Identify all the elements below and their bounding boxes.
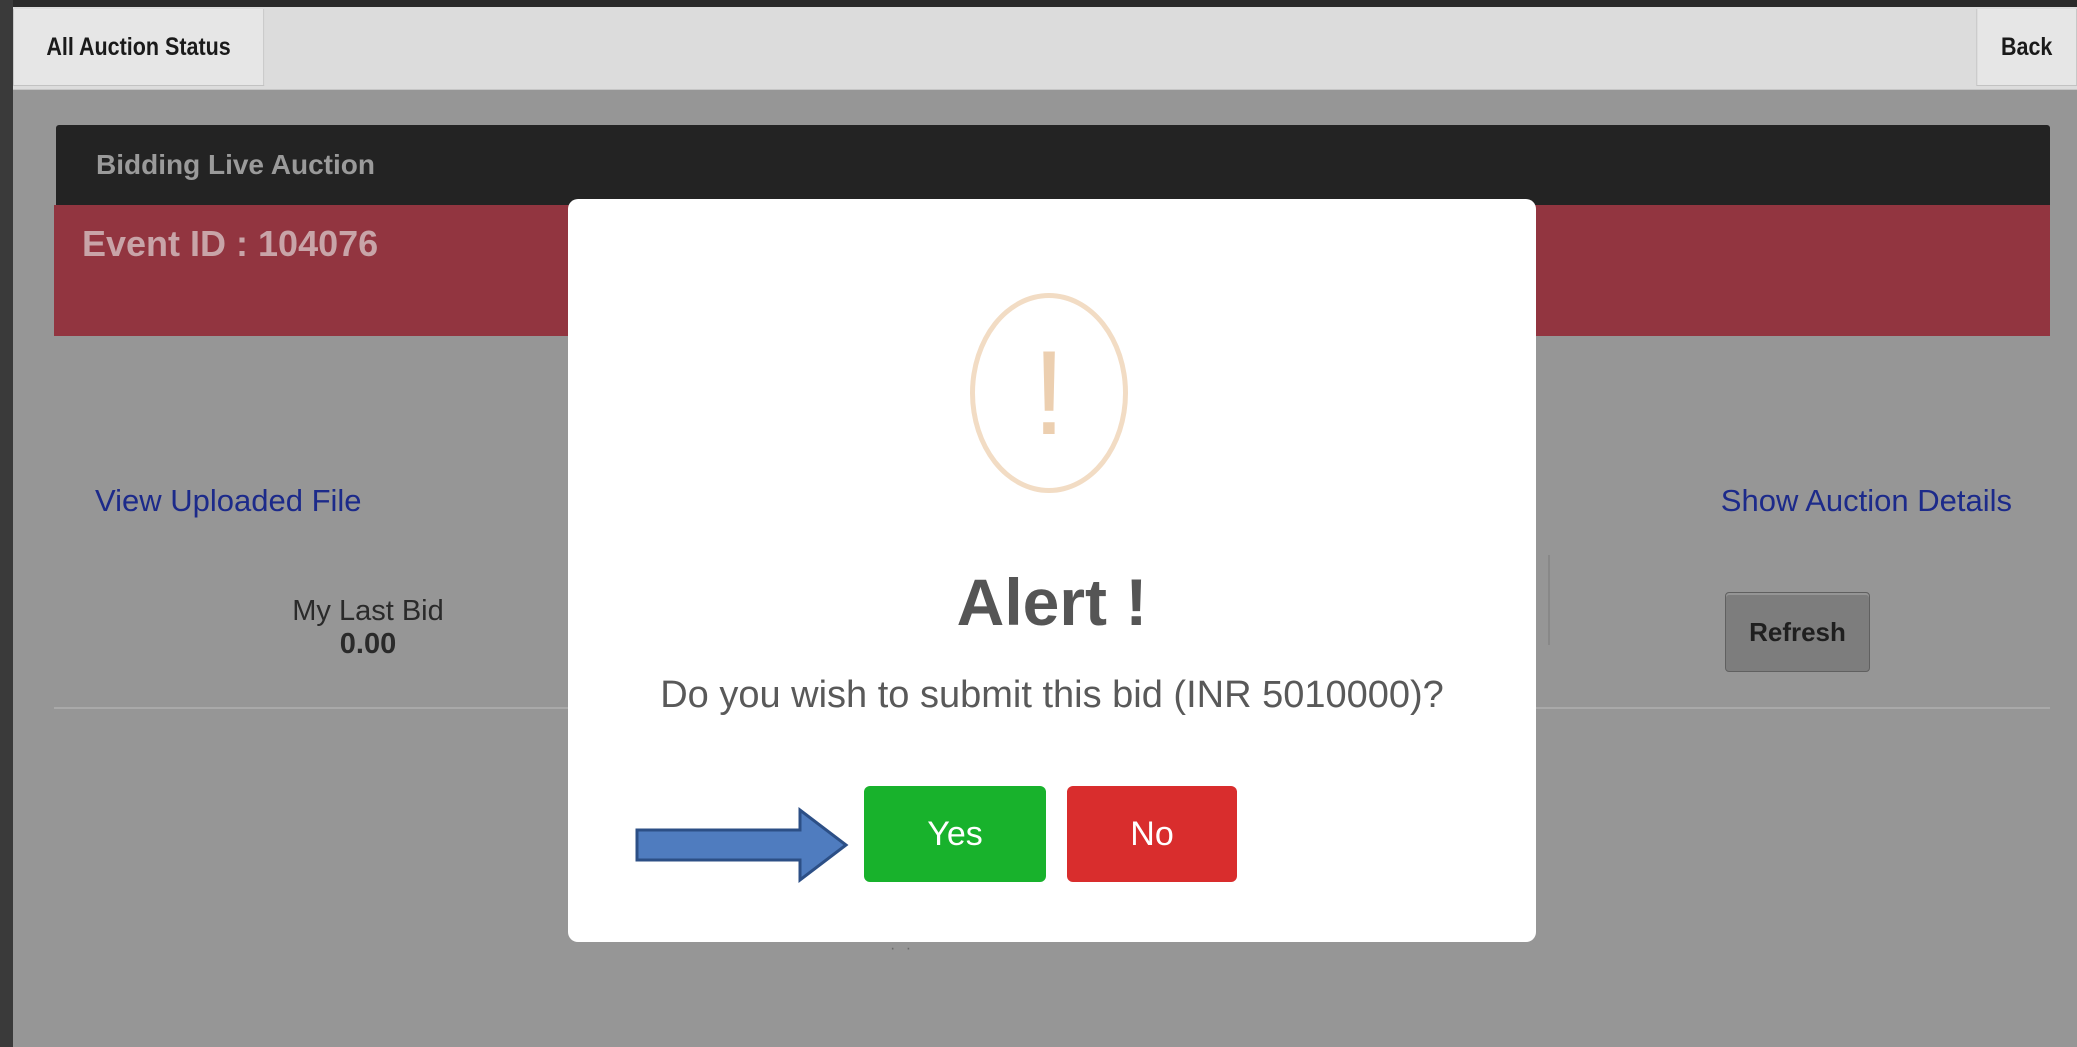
my-last-bid: My Last Bid 0.00 (243, 595, 493, 661)
dialog-title: Alert ! (956, 565, 1148, 639)
window-left-border (0, 0, 13, 1047)
all-auction-status-button[interactable]: All Auction Status (13, 9, 265, 86)
back-button[interactable]: Back (1976, 9, 2077, 86)
column-divider (1548, 555, 1550, 645)
panel-header: Bidding Live Auction (56, 125, 2050, 205)
show-auction-details-link[interactable]: Show Auction Details (1721, 483, 2012, 519)
arrow-right-icon (635, 806, 849, 884)
toolbar: All Auction Status Back (13, 7, 2077, 90)
refresh-button[interactable]: Refresh (1725, 592, 1870, 672)
panel-title: Bidding Live Auction (96, 149, 375, 180)
my-last-bid-label: My Last Bid (292, 595, 444, 627)
event-id-label: Event ID : 104076 (82, 223, 379, 264)
yes-button[interactable]: Yes (864, 786, 1046, 882)
faded-text-mark: · · (890, 940, 915, 957)
page: All Auction Status Back Bidding Live Auc… (0, 0, 2077, 1047)
window-top-border (0, 0, 2077, 7)
alert-dialog: ! Alert ! Do you wish to submit this bid… (568, 199, 1536, 942)
exclamation-icon: ! (970, 293, 1128, 493)
dialog-message: Do you wish to submit this bid (INR 5010… (660, 674, 1444, 716)
no-button[interactable]: No (1067, 786, 1237, 882)
my-last-bid-value: 0.00 (339, 628, 397, 660)
view-uploaded-file-link[interactable]: View Uploaded File (95, 483, 362, 519)
